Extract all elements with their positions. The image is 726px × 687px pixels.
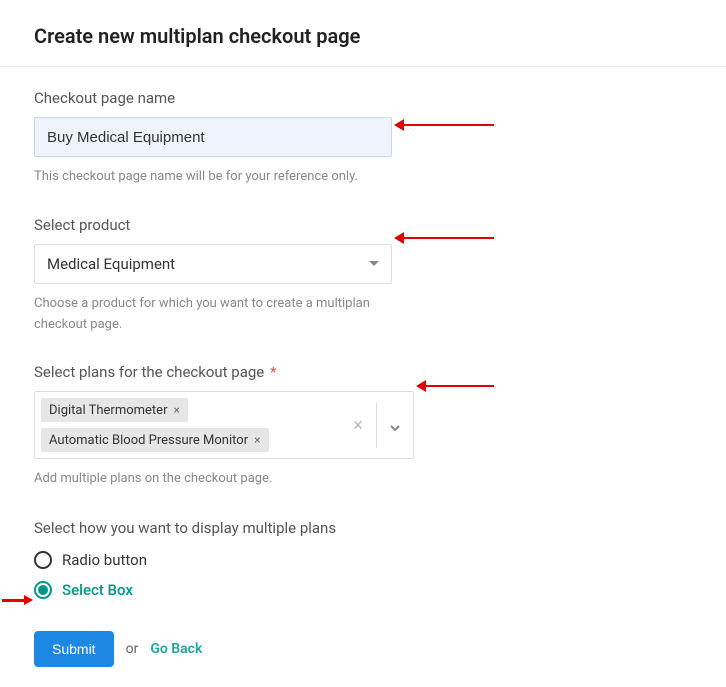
header-divider — [0, 66, 726, 67]
or-text: or — [126, 641, 139, 657]
field-display-option: Select how you want to display multiple … — [34, 518, 692, 599]
checkout-name-helper: This checkout page name will be for your… — [34, 167, 414, 188]
clear-all-icon[interactable]: × — [340, 415, 376, 436]
select-plans-label-text: Select plans for the checkout page — [34, 363, 264, 381]
arrow-annotation-icon — [2, 599, 24, 602]
plans-multiselect[interactable]: Digital Thermometer × Automatic Blood Pr… — [34, 391, 414, 459]
display-option-label: Select how you want to display multiple … — [34, 519, 336, 537]
radio-icon-selected — [34, 581, 52, 599]
field-select-plans: Select plans for the checkout page * Dig… — [34, 363, 692, 490]
radio-label-select-box: Select Box — [62, 581, 133, 599]
product-select-value: Medical Equipment — [47, 255, 369, 273]
select-product-label: Select product — [34, 216, 692, 234]
checkout-name-input[interactable] — [34, 117, 392, 157]
product-select[interactable]: Medical Equipment — [34, 244, 392, 284]
arrow-annotation-icon — [426, 385, 494, 387]
checkout-name-label: Checkout page name — [34, 89, 692, 107]
chevron-down-icon — [389, 419, 401, 431]
required-star-icon: * — [270, 363, 276, 381]
plan-tag: Automatic Blood Pressure Monitor × — [41, 428, 269, 452]
select-plans-label: Select plans for the checkout page * — [34, 363, 692, 381]
go-back-link[interactable]: Go Back — [150, 641, 202, 657]
radio-icon — [34, 551, 52, 569]
field-checkout-name: Checkout page name This checkout page na… — [34, 89, 692, 188]
plans-tags-container: Digital Thermometer × Automatic Blood Pr… — [35, 392, 340, 458]
close-icon[interactable]: × — [174, 403, 180, 417]
close-icon[interactable]: × — [254, 433, 260, 447]
arrow-annotation-icon — [404, 124, 494, 126]
caret-down-icon — [369, 261, 379, 266]
plans-multiselect-controls: × — [340, 392, 413, 458]
plan-tag-label: Digital Thermometer — [49, 403, 168, 418]
radio-dot-icon — [38, 585, 48, 595]
plan-tag-label: Automatic Blood Pressure Monitor — [49, 433, 248, 448]
display-radio-group: Radio button Select Box — [34, 551, 692, 599]
field-select-product: Select product Medical Equipment Choose … — [34, 216, 692, 336]
plan-tag: Digital Thermometer × — [41, 398, 188, 422]
radio-option-radio-button[interactable]: Radio button — [34, 551, 692, 569]
plans-dropdown-toggle[interactable] — [377, 419, 413, 431]
radio-label-radio-button: Radio button — [62, 551, 147, 569]
select-plans-helper: Add multiple plans on the checkout page. — [34, 469, 414, 490]
arrow-annotation-icon — [404, 237, 494, 239]
radio-option-select-box[interactable]: Select Box — [34, 581, 692, 599]
select-product-helper: Choose a product for which you want to c… — [34, 294, 414, 336]
page-title: Create new multiplan checkout page — [34, 24, 692, 48]
